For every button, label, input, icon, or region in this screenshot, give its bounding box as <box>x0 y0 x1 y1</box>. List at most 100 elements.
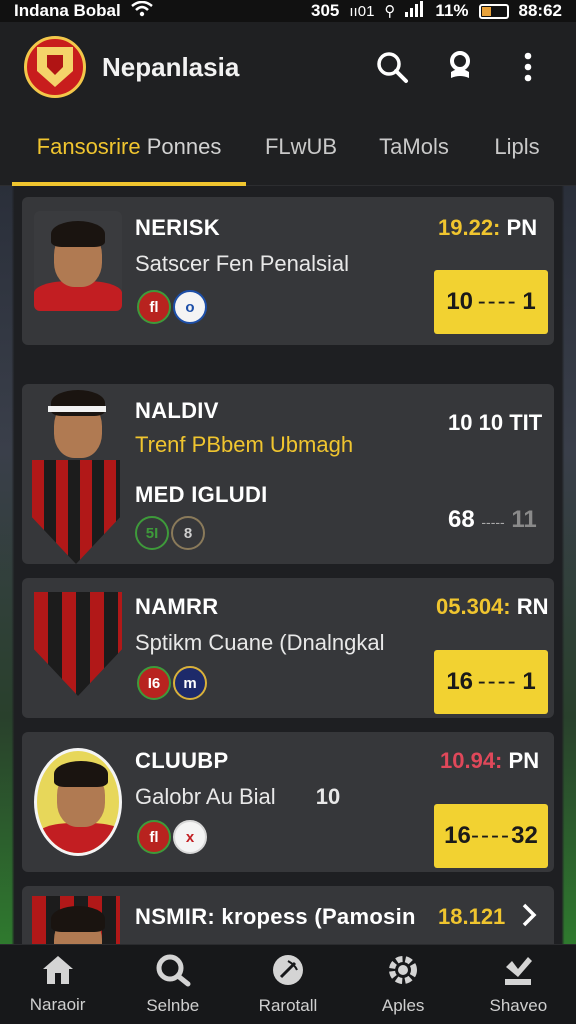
wifi-icon <box>130 0 153 22</box>
match-time-value: 19.22: <box>438 215 501 240</box>
nav-label: Shaveo <box>489 996 548 1015</box>
match-time-suffix: TIT <box>509 410 543 435</box>
player-avatar <box>34 896 122 944</box>
battery-icon <box>478 3 509 19</box>
score-plain[interactable]: 68 ----- 11 <box>448 506 537 534</box>
app-title: Nepanlasia <box>102 51 240 82</box>
match-time: 18.121 <box>438 904 506 929</box>
bluetooth-icon: ⚲ <box>384 3 396 20</box>
match-name-secondary: MED IGLUDI <box>135 482 268 507</box>
score-box[interactable]: 16 ---- 32 <box>434 804 548 868</box>
club-logo[interactable] <box>24 36 86 98</box>
nav-label: Naraoir <box>29 995 86 1014</box>
match-time: 19.22: PN <box>438 215 537 241</box>
score-away: 32 <box>511 822 538 849</box>
match-extra-value: 10 <box>315 784 341 809</box>
club-crest <box>32 460 120 564</box>
team-badge-home: fl <box>137 290 171 324</box>
score-home: 16 <box>444 822 471 849</box>
match-time-suffix: PN <box>508 748 540 773</box>
status-center-text: 305 <box>311 1 340 20</box>
tab-favourites-sub: Ponnes <box>146 133 222 159</box>
match-time: 05.304: RN <box>436 594 549 620</box>
club-crest <box>34 592 122 696</box>
match-card[interactable]: NALDIV Trenf PBbem Ubmagh MED IGLUDI 5I … <box>22 384 554 564</box>
score-separator: ---- <box>477 288 518 315</box>
status-bar: Indana Bobal 305 ıı01 ⚲ 11% 88:62 <box>0 0 576 22</box>
chevron-right-icon[interactable] <box>520 902 538 933</box>
player-avatar <box>34 748 122 856</box>
tab-club[interactable]: FLwUB <box>246 112 356 186</box>
home-icon <box>41 954 75 991</box>
more-vert-icon[interactable] <box>504 43 552 91</box>
score-away: 11 <box>511 506 537 533</box>
nav-item-apps[interactable]: Aples <box>353 953 453 1016</box>
team-badge-away: x <box>173 820 207 854</box>
match-time: 10 10 TIT <box>448 410 542 436</box>
tab-leagues[interactable]: Lipls <box>472 112 562 186</box>
tab-bar: Fansosrire Ponnes FLwUB TaMols Lipls <box>0 112 576 186</box>
match-name: NERISK <box>135 215 220 240</box>
match-name: CLUUBP <box>135 748 229 773</box>
match-name: NAMRR <box>135 594 219 619</box>
nav-item-saved[interactable]: Shaveo <box>468 953 568 1016</box>
match-time-suffix: RN <box>516 594 549 619</box>
tab-teams[interactable]: TaMols <box>356 112 472 186</box>
clock: 88:62 <box>518 1 562 20</box>
match-time-value: 05.304: <box>436 594 511 619</box>
tab-favourites[interactable]: Fansosrire Ponnes <box>12 112 246 186</box>
match-card[interactable]: NSMIR: kropess (Pamosin 18.121 <box>22 886 554 944</box>
nav-label: Rarotall <box>258 996 318 1015</box>
score-home: 16 <box>446 668 474 695</box>
nav-label: Selnbe <box>146 996 200 1015</box>
score-separator: ----- <box>481 514 505 530</box>
team-badge-home: I6 <box>137 666 171 700</box>
nav-item-football[interactable]: Rarotall <box>238 953 338 1016</box>
match-card[interactable]: NERISK Satscer Fen Penalsial fl o 19.22:… <box>22 197 554 345</box>
signal-text: ıı01 <box>349 2 375 20</box>
match-time-value: 10 10 <box>448 410 504 435</box>
match-time: 10.94: PN <box>440 748 539 774</box>
carrier-name: Indana Bobal <box>14 1 121 20</box>
search-icon[interactable] <box>368 43 416 91</box>
match-description-text: Galobr Au Bial <box>135 784 276 809</box>
score-away: 1 <box>522 288 536 315</box>
signal-bars-icon <box>405 0 425 22</box>
score-away: 1 <box>522 668 536 695</box>
team-badge-home: 5I <box>135 516 169 550</box>
team-badge-away: m <box>173 666 207 700</box>
match-time-value: 10.94: <box>440 748 503 773</box>
score-home: 10 <box>446 288 474 315</box>
player-avatar <box>30 386 122 466</box>
score-separator: ---- <box>477 668 518 695</box>
gear-icon <box>386 953 420 992</box>
match-description: Satscer Fen Penalsial <box>135 251 349 276</box>
score-box[interactable]: 10 ---- 1 <box>434 270 548 334</box>
bottom-navigation: Naraoir Selnbe Rarotall Aples Shaveo <box>0 944 576 1024</box>
match-card[interactable]: NAMRR Sptikm Cuane (Dnalngkal I6 m 05.30… <box>22 578 554 718</box>
nav-item-home[interactable]: Naraoir <box>8 954 108 1015</box>
match-card[interactable]: CLUUBP Galobr Au Bial 10 fl x 10.94: PN … <box>22 732 554 872</box>
nav-item-search[interactable]: Selnbe <box>123 953 223 1016</box>
match-description: Galobr Au Bial 10 <box>135 784 340 810</box>
search-icon <box>155 953 191 992</box>
app-header: Nepanlasia <box>0 22 576 112</box>
team-badge-away: 8 <box>171 516 205 550</box>
match-time-suffix: PN <box>506 215 538 240</box>
tab-favourites-label: Fansosrire <box>36 133 141 159</box>
match-name: NSMIR: kropess (Pamosin <box>135 904 416 929</box>
team-badge-home: fl <box>137 820 171 854</box>
match-description: Sptikm Cuane (Dnalngkal <box>135 630 385 655</box>
nav-label: Aples <box>381 996 425 1015</box>
football-icon <box>271 953 305 992</box>
notification-icon[interactable] <box>436 43 484 91</box>
match-name: NALDIV <box>135 398 219 423</box>
score-box[interactable]: 16 ---- 1 <box>434 650 548 714</box>
match-description: Trenf PBbem Ubmagh <box>135 432 354 457</box>
battery-percent: 11% <box>435 1 469 20</box>
team-badge-away: o <box>173 290 207 324</box>
score-home: 68 <box>448 506 475 533</box>
saved-icon <box>502 953 534 992</box>
score-separator: ---- <box>471 822 511 849</box>
player-avatar <box>34 211 122 311</box>
